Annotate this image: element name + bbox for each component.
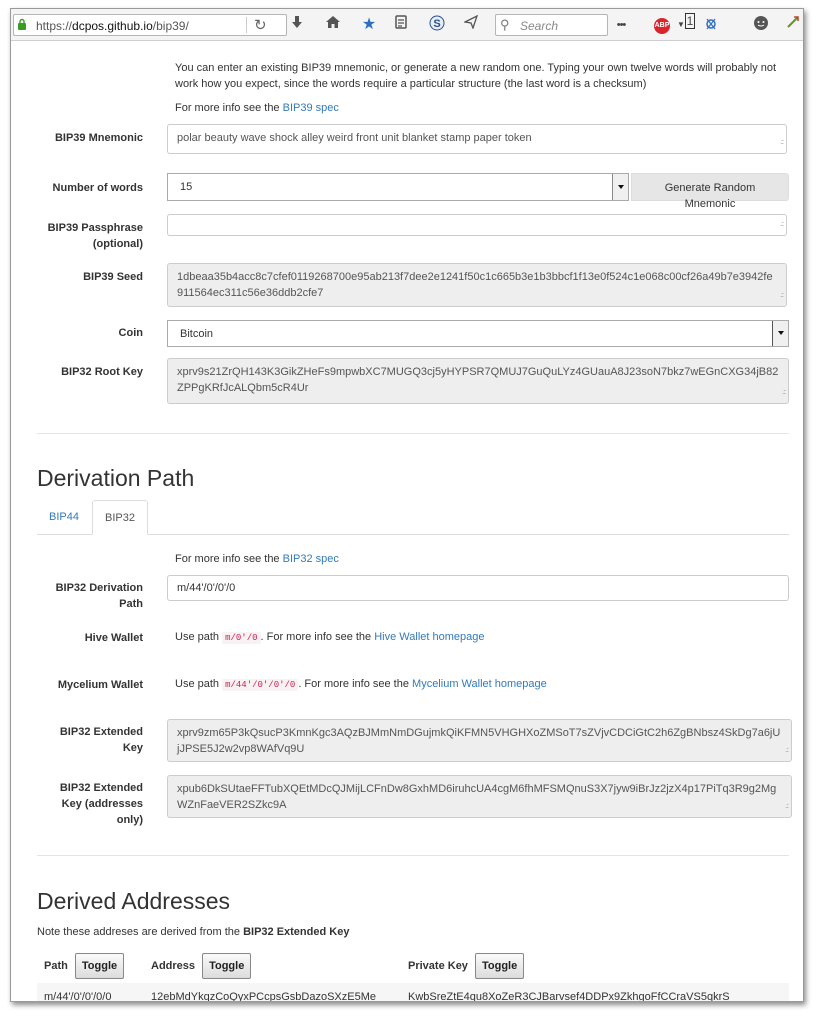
bookmark-star-icon[interactable]: ★ xyxy=(359,15,379,35)
mnemonic-intro: You can enter an existing BIP39 mnemonic… xyxy=(175,62,777,90)
mycelium-path-code: m/44'/0'/0'/0 xyxy=(222,679,299,691)
hive-path-code: m/0'/0 xyxy=(222,632,261,644)
coin-value: Bitcoin xyxy=(180,328,214,340)
url-divider xyxy=(246,17,247,33)
hive-wallet-info: Use path m/0'/0. For more info see the H… xyxy=(175,631,485,644)
bip39-spec-link[interactable]: BIP39 spec xyxy=(283,102,339,114)
root-key-value: xprv9s21ZrQH143K3GikZHeFs9mpwbXC7MUGQ3cj… xyxy=(177,366,779,394)
mnemonic-textarea[interactable]: polar beauty wave shock alley weird fron… xyxy=(167,124,787,154)
addresses-heading: Derived Addresses xyxy=(37,888,231,914)
tab-bip44[interactable]: BIP44 xyxy=(37,500,91,535)
chat-icon[interactable] xyxy=(751,15,771,35)
resize-grip-icon[interactable]: .:: xyxy=(785,743,789,759)
extended-key-label: BIP32 Extended Key xyxy=(59,726,143,754)
search-input[interactable]: ⚲ Search xyxy=(495,14,608,36)
coin-label: Coin xyxy=(118,327,143,339)
row-privkey: KwbSreZtE4qu8XoZeR3CJBarvsef4DDPx9ZkhgoF… xyxy=(408,991,730,1002)
num-words-select[interactable]: 15 xyxy=(167,173,629,201)
reload-icon[interactable]: ↻ xyxy=(254,16,267,34)
toggle-privkey-button[interactable]: Toggle xyxy=(475,953,525,979)
num-words-label: Number of words xyxy=(52,182,143,194)
bip32-spec-link[interactable]: BIP32 spec xyxy=(283,553,339,565)
toggle-path-button[interactable]: Toggle xyxy=(74,953,125,979)
resize-grip-icon[interactable]: .:: xyxy=(780,217,784,233)
path-column-header: Path Toggle xyxy=(44,953,125,979)
extended-pub-key-label: BIP32 Extended Key (addresses only) xyxy=(59,782,143,826)
search-icon: ⚲ xyxy=(500,17,510,32)
mycelium-wallet-link[interactable]: Mycelium Wallet homepage xyxy=(412,678,547,690)
svg-text:S: S xyxy=(433,18,440,30)
toolbar-badge[interactable]: 1 xyxy=(684,11,696,31)
resize-grip-icon[interactable]: .:: xyxy=(780,135,784,151)
address-column-header: Address Toggle xyxy=(151,953,252,979)
section-divider xyxy=(37,855,789,856)
tab-bip32[interactable]: BIP32 xyxy=(92,500,148,535)
lock-icon xyxy=(18,18,26,30)
network-icon[interactable] xyxy=(701,15,721,35)
reading-list-icon[interactable] xyxy=(391,15,411,35)
seed-textarea[interactable]: 1dbeaa35b4acc8c7cfef0119268700e95ab213f7… xyxy=(167,263,787,307)
passphrase-label: BIP39 Passphrase (optional) xyxy=(47,222,143,250)
resize-grip-icon[interactable]: .:: xyxy=(780,288,784,304)
row-address: 12ebMdYkqzCoQyxPCcpsGsbDazoSXzE5Me xyxy=(151,991,376,1002)
download-icon[interactable] xyxy=(287,15,307,35)
extended-pub-key-value: xpub6DkSUtaeFFTubXQEtMDcQJMijLCFnDw8GxhM… xyxy=(177,783,777,811)
passphrase-input[interactable]: .:: xyxy=(167,214,787,236)
dropdown-arrow-icon[interactable] xyxy=(772,321,788,346)
section-divider xyxy=(37,433,789,434)
hive-wallet-label: Hive Wallet xyxy=(84,632,143,644)
seed-value: 1dbeaa35b4acc8c7cfef0119268700e95ab213f7… xyxy=(177,271,773,299)
extension-icon[interactable] xyxy=(783,15,803,35)
root-key-label: BIP32 Root Key xyxy=(61,366,143,378)
generate-mnemonic-button[interactable]: Generate Random Mnemonic xyxy=(631,173,789,210)
hive-wallet-link[interactable]: Hive Wallet homepage xyxy=(374,631,484,643)
send-icon[interactable] xyxy=(461,14,481,35)
adblock-icon[interactable]: ABP xyxy=(654,18,670,34)
mycelium-wallet-info: Use path m/44'/0'/0'/0. For more info se… xyxy=(175,678,547,691)
addresses-note: Note these addreses are derived from the… xyxy=(37,926,350,938)
extended-pub-key-textarea[interactable]: xpub6DkSUtaeFFTubXQEtMDcQJMijLCFnDw8GxhM… xyxy=(167,775,792,818)
search-placeholder: Search xyxy=(520,19,559,33)
mnemonic-value: polar beauty wave shock alley weird fron… xyxy=(177,132,532,144)
seed-label: BIP39 Seed xyxy=(83,271,143,283)
toggle-address-button[interactable]: Toggle xyxy=(202,953,252,979)
resize-grip-icon[interactable]: .:: xyxy=(785,799,789,815)
extended-key-textarea[interactable]: xprv9zm65P3kQsucP3KmnKgc3AQzBJMmNmDGujmk… xyxy=(167,719,792,762)
page-content: You can enter an existing BIP39 mnemonic… xyxy=(11,42,803,1001)
root-key-textarea[interactable]: xprv9s21ZrQH143K3GikZHeFs9mpwbXC7MUGQ3cj… xyxy=(167,358,789,404)
browser-toolbar: https://dcpos.github.io/bip39/ ↻ ★ S ⚲ S… xyxy=(11,9,803,41)
home-icon[interactable] xyxy=(323,15,343,35)
overflow-dots-icon[interactable]: ••• xyxy=(611,15,631,35)
s-extension-icon[interactable]: S xyxy=(427,15,447,35)
derivation-tabs: BIP44 BIP32 xyxy=(37,500,789,535)
dropdown-arrow-icon[interactable] xyxy=(612,174,628,200)
bip39-more-info: For more info see the BIP39 spec xyxy=(175,102,339,114)
address-bar[interactable]: https://dcpos.github.io/bip39/ ↻ xyxy=(13,14,287,36)
mycelium-wallet-label: Mycelium Wallet xyxy=(57,679,143,691)
table-row: m/44'/0'/0'/0/0 12ebMdYkqzCoQyxPCcpsGsbD… xyxy=(37,983,789,1002)
derivation-heading: Derivation Path xyxy=(37,465,195,491)
bip32-more-info: For more info see the BIP32 spec xyxy=(175,553,339,565)
derivation-path-label: BIP32 Derivation Path xyxy=(55,582,143,610)
coin-select[interactable]: Bitcoin xyxy=(167,320,789,347)
derivation-path-input[interactable]: m/44'/0'/0'/0 xyxy=(167,575,789,601)
mnemonic-label: BIP39 Mnemonic xyxy=(54,132,143,144)
privkey-column-header: Private Key Toggle xyxy=(408,953,525,979)
url-text: https://dcpos.github.io/bip39/ xyxy=(36,19,189,33)
row-path: m/44'/0'/0'/0/0 xyxy=(44,991,112,1002)
extended-key-value: xprv9zm65P3kQsucP3KmnKgc3AQzBJMmNmDGujmk… xyxy=(177,727,781,755)
num-words-value: 15 xyxy=(180,181,193,193)
browser-window: https://dcpos.github.io/bip39/ ↻ ★ S ⚲ S… xyxy=(10,8,804,1002)
resize-grip-icon[interactable]: .:: xyxy=(782,385,786,401)
